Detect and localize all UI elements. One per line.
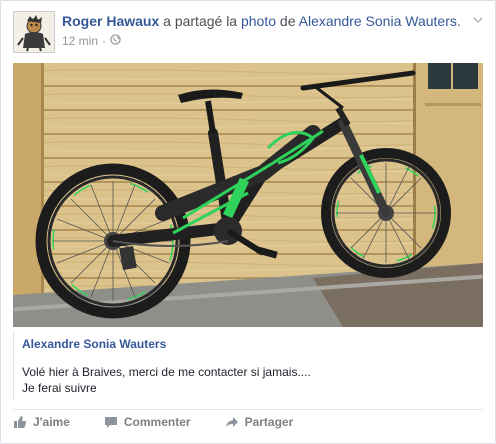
comment-icon xyxy=(104,415,118,429)
globe-icon[interactable] xyxy=(110,34,121,48)
post-header: Roger Hawaux a partagé la photo de Alexa… xyxy=(62,12,461,30)
chevron-down-icon[interactable] xyxy=(471,13,485,27)
share-icon xyxy=(225,415,239,429)
share-label: Partager xyxy=(244,415,294,429)
attachment-author-link[interactable]: Alexandre Sonia Wauters xyxy=(22,337,166,351)
author-name-link[interactable]: Roger Hawaux xyxy=(62,13,159,29)
photo-link[interactable]: photo xyxy=(241,13,276,29)
bike-photo-illustration xyxy=(13,63,483,327)
like-icon xyxy=(13,415,27,429)
de-text: de xyxy=(279,13,296,29)
shared-text: a partagé la xyxy=(163,13,238,29)
post-actions: J'aime Commenter Partager xyxy=(13,415,327,429)
avatar-illustration xyxy=(14,12,54,52)
post-meta: 12 min · xyxy=(62,34,121,48)
attachment-line-1: Volé hier à Braives, merci de me contact… xyxy=(22,365,311,379)
like-button[interactable]: J'aime xyxy=(13,415,70,429)
header-period: . xyxy=(456,13,461,29)
like-label: J'aime xyxy=(33,415,70,429)
post-card: Roger Hawaux a partagé la photo de Alexa… xyxy=(0,0,496,444)
original-author-link[interactable]: Alexandre Sonia Wauters xyxy=(299,13,457,29)
comment-label: Commenter xyxy=(123,415,191,429)
post-photo[interactable] xyxy=(13,63,483,327)
shared-post-attachment[interactable]: Alexandre Sonia Wauters Volé hier à Brai… xyxy=(13,332,484,400)
attachment-message: Volé hier à Braives, merci de me contact… xyxy=(22,364,472,396)
share-button[interactable]: Partager xyxy=(225,415,294,429)
meta-separator: · xyxy=(102,34,107,48)
actions-divider xyxy=(13,409,483,410)
attachment-line-2: Je ferai suivre xyxy=(22,381,97,395)
author-avatar[interactable] xyxy=(13,11,55,53)
post-timestamp[interactable]: 12 min xyxy=(62,34,98,48)
comment-button[interactable]: Commenter xyxy=(104,415,191,429)
